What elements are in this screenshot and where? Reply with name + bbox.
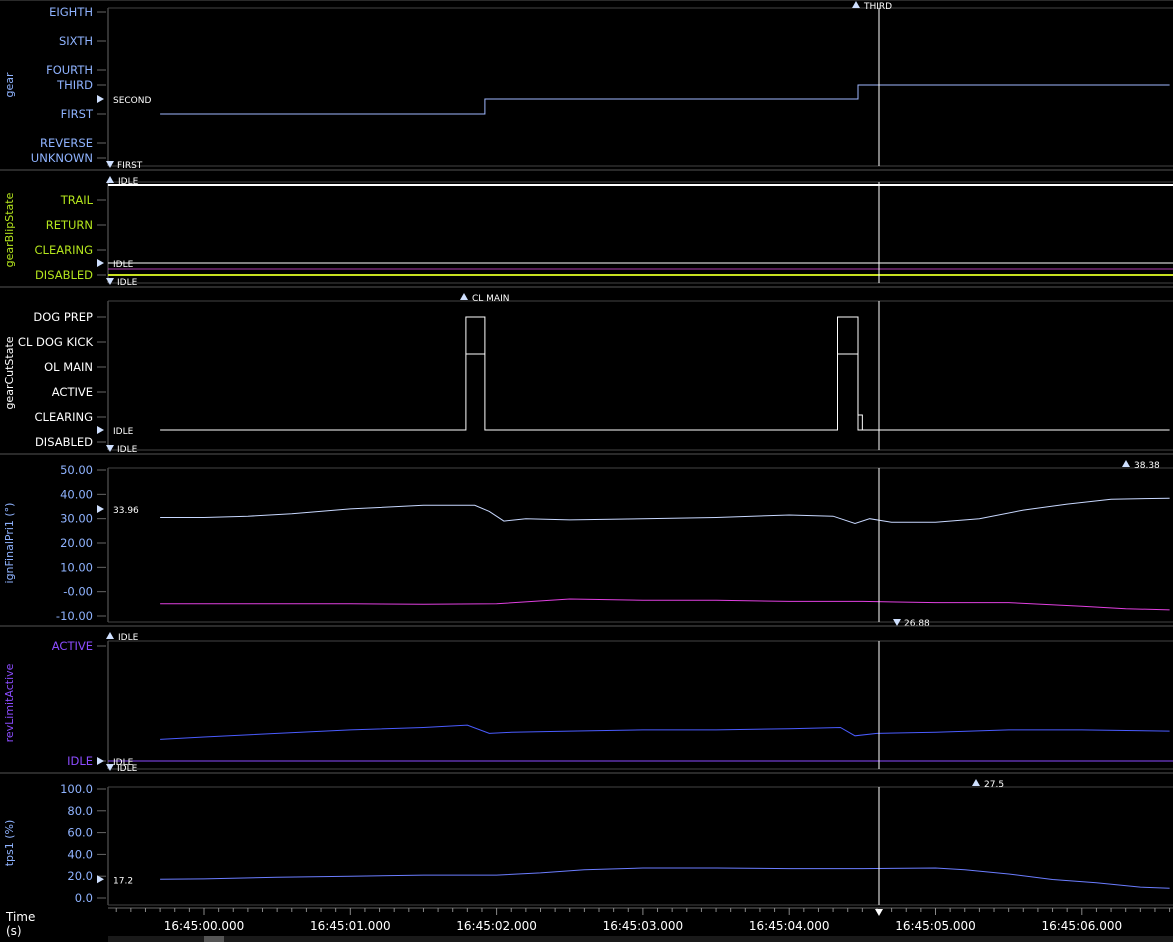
y-tick-label: ACTIVE xyxy=(52,385,93,399)
y-tick-label: THIRD xyxy=(56,78,93,92)
channel-label-tps1: tps1 (%) xyxy=(3,820,16,867)
y-tick-label: 40.0 xyxy=(67,847,93,861)
max-value-label: THIRD xyxy=(863,2,892,12)
horizontal-scrollbar[interactable] xyxy=(108,936,1173,942)
y-tick-label: FIRST xyxy=(61,107,94,121)
series-line xyxy=(160,598,1170,611)
cursor-marker-icon xyxy=(97,259,104,267)
max-marker-icon xyxy=(972,779,980,786)
y-tick-label: DISABLED xyxy=(35,268,93,282)
cursor-value-label: 33.96 xyxy=(113,506,139,516)
cursor-value-label: IDLE xyxy=(113,260,134,270)
y-tick-label: DISABLED xyxy=(35,435,93,449)
y-tick-label: CLEARING xyxy=(35,410,93,424)
y-tick-label: IDLE xyxy=(67,754,93,768)
y-tick-label: 40.00 xyxy=(60,487,93,501)
y-tick-label: CLEARING xyxy=(35,243,93,257)
y-tick-label: SIXTH xyxy=(59,34,93,48)
time-tick-label: 16:45:05.000 xyxy=(895,919,976,933)
time-tick-label: 16:45:01.000 xyxy=(310,919,391,933)
time-tick-label: 16:45:03.000 xyxy=(603,919,684,933)
time-axis-label: Time xyxy=(5,910,35,924)
cursor-marker-icon xyxy=(97,95,104,103)
series-line xyxy=(160,84,1170,115)
y-tick-label: 50.00 xyxy=(60,463,93,477)
y-tick-label: 100.0 xyxy=(60,782,93,796)
y-tick-label: UNKNOWN xyxy=(31,151,93,165)
y-tick-label: 10.00 xyxy=(60,560,93,574)
channel-label-gear: gear xyxy=(3,72,16,97)
cursor-value-label: IDLE xyxy=(113,427,134,437)
channel-label-gearCutState: gearCutState xyxy=(3,336,16,409)
y-tick-label: 20.0 xyxy=(67,869,93,883)
y-tick-label: CL DOG KICK xyxy=(18,335,94,349)
y-tick-label: 80.0 xyxy=(67,804,93,818)
y-tick-label: FOURTH xyxy=(46,63,93,77)
max-marker-icon xyxy=(1122,460,1130,467)
series-line xyxy=(160,867,1170,889)
max-value-label: CL MAIN xyxy=(472,294,509,304)
max-value-label: IDLE xyxy=(118,633,139,643)
max-marker-icon xyxy=(460,293,468,300)
y-tick-label: 0.0 xyxy=(75,891,93,905)
channel-label-revLimitActive: revLimitActive xyxy=(3,663,16,742)
time-tick-label: 16:45:00.000 xyxy=(164,919,245,933)
time-tick-label: 16:45:02.000 xyxy=(456,919,537,933)
series-line xyxy=(160,497,1170,525)
y-tick-label: OL MAIN xyxy=(44,360,93,374)
y-tick-label: 30.00 xyxy=(60,512,93,526)
y-tick-label: EIGHTH xyxy=(49,5,93,19)
max-value-label: 27.5 xyxy=(984,780,1004,790)
y-tick-label: 20.00 xyxy=(60,536,93,550)
cursor-value-label: 17.2 xyxy=(113,876,133,886)
y-tick-label: ACTIVE xyxy=(52,639,93,653)
scrollbar-thumb[interactable] xyxy=(204,936,224,942)
series-line xyxy=(160,316,1170,431)
cursor-marker-icon xyxy=(97,757,104,765)
min-marker-icon xyxy=(106,278,114,285)
y-tick-label: REVERSE xyxy=(40,136,93,150)
channel-label-gearBlipState: gearBlipState xyxy=(3,192,16,267)
y-tick-label: -0.00 xyxy=(63,585,93,599)
cursor-marker-icon xyxy=(97,426,104,434)
y-tick-label: DOG PREP xyxy=(33,310,93,324)
y-tick-label: 60.0 xyxy=(67,826,93,840)
max-value-label: IDLE xyxy=(118,177,139,187)
max-marker-icon xyxy=(852,1,860,8)
max-marker-icon xyxy=(106,176,114,183)
min-marker-icon xyxy=(106,161,114,168)
telemetry-chart[interactable]: gearUNKNOWNREVERSEFIRSTFOURTHTHIRDSIXTHE… xyxy=(0,0,1173,942)
y-tick-label: TRAIL xyxy=(60,193,94,207)
channel-label-ignFinalPri1: ignFinalPri1 (°) xyxy=(3,503,16,584)
time-tick-label: 16:45:06.000 xyxy=(1041,919,1122,933)
series-line xyxy=(837,353,863,430)
y-tick-label: -10.00 xyxy=(56,609,93,623)
max-value-label: 38.38 xyxy=(1134,461,1160,471)
time-cursor-marker-icon xyxy=(875,909,883,916)
cursor-value-label: SECOND xyxy=(113,96,152,106)
time-axis-unit: (s) xyxy=(6,924,22,938)
min-value-label: 26.88 xyxy=(904,619,930,629)
max-marker-icon xyxy=(106,632,114,639)
time-tick-label: 16:45:04.000 xyxy=(749,919,830,933)
cursor-marker-icon xyxy=(97,505,104,514)
series-line xyxy=(160,724,1170,740)
y-tick-label: RETURN xyxy=(46,218,93,232)
min-marker-icon xyxy=(106,445,114,452)
